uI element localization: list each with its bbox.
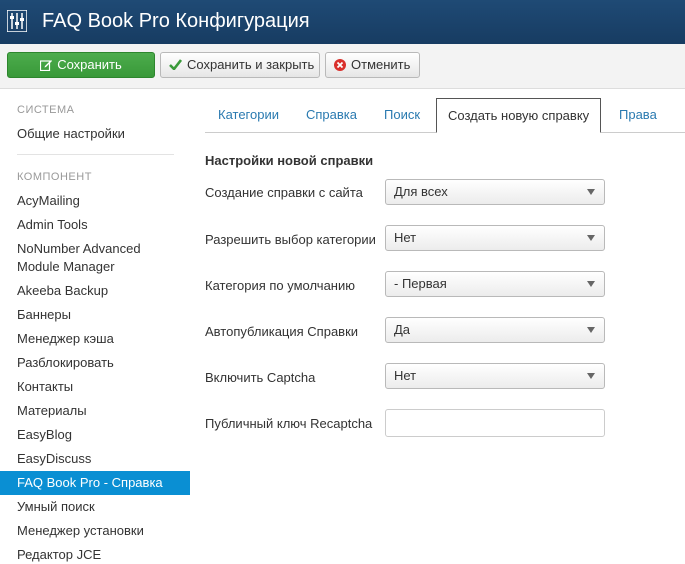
sidebar-item-global-config[interactable]: Общие настройки xyxy=(0,125,190,143)
sidebar-item-nonumber-line2[interactable]: Module Manager xyxy=(0,258,190,276)
field-label-default-category: Категория по умолчанию xyxy=(205,278,355,293)
chevron-down-icon xyxy=(587,327,595,333)
select-value: Нет xyxy=(394,368,417,383)
save-button-label: Сохранить xyxy=(57,57,122,72)
select-value: Нет xyxy=(394,230,417,245)
field-label-allow-category: Разрешить выбор категории xyxy=(205,232,376,247)
sidebar-item-checkin[interactable]: Разблокировать xyxy=(0,354,190,372)
save-close-button-label: Сохранить и закрыть xyxy=(187,57,315,72)
field-label-recaptcha-key: Публичный ключ Recaptcha xyxy=(205,416,373,431)
tab-search[interactable]: Поиск xyxy=(384,98,420,132)
sidebar-item-contacts[interactable]: Контакты xyxy=(0,378,190,396)
section-title: Настройки новой справки xyxy=(205,153,374,168)
tab-permissions[interactable]: Права xyxy=(619,98,657,132)
check-icon xyxy=(169,59,182,71)
sidebar-item-jce[interactable]: Редактор JCE xyxy=(0,546,190,564)
sidebar-divider xyxy=(17,154,174,155)
sidebar-item-installer[interactable]: Менеджер установки xyxy=(0,522,190,540)
tab-faq[interactable]: Справка xyxy=(306,98,357,132)
sidebar-heading-system: СИСТЕМА xyxy=(17,104,75,116)
sidebar-item-faqbook[interactable]: FAQ Book Pro - Справка xyxy=(0,471,190,495)
edit-icon xyxy=(40,59,53,71)
page-title: FAQ Book Pro Конфигурация xyxy=(42,10,310,32)
sidebar-item-nonumber-line1[interactable]: NoNumber Advanced xyxy=(0,240,190,258)
field-label-frontend-create: Создание справки с сайта xyxy=(205,185,363,200)
sidebar-item-cache[interactable]: Менеджер кэша xyxy=(0,330,190,348)
sidebar-item-acymailing[interactable]: AcyMailing xyxy=(0,192,190,210)
joomla-config-icon xyxy=(7,10,27,32)
select-value: Для всех xyxy=(394,184,448,199)
cancel-button[interactable]: Отменить xyxy=(325,52,420,78)
field-label-captcha: Включить Captcha xyxy=(205,370,316,385)
chevron-down-icon xyxy=(587,189,595,195)
select-value: Да xyxy=(394,322,411,337)
sidebar-item-banners[interactable]: Баннеры xyxy=(0,306,190,324)
sidebar-item-articles[interactable]: Материалы xyxy=(0,402,190,420)
sidebar-item-akeeba[interactable]: Akeeba Backup xyxy=(0,282,190,300)
sidebar: СИСТЕМА Общие настройки КОМПОНЕНТ AcyMai… xyxy=(0,88,190,562)
chevron-down-icon xyxy=(587,373,595,379)
chevron-down-icon xyxy=(587,281,595,287)
cancel-button-label: Отменить xyxy=(351,57,411,72)
select-captcha[interactable]: Нет xyxy=(385,363,605,389)
select-default-category[interactable]: - Первая xyxy=(385,271,605,297)
field-label-autopublish: Автопубликация Справки xyxy=(205,324,359,339)
config-tabs: Категории Справка Поиск Создать новую сп… xyxy=(205,98,685,133)
toolbar: Сохранить Сохранить и закрыть Отменить xyxy=(0,44,685,89)
sidebar-heading-component: КОМПОНЕНТ xyxy=(17,171,92,183)
app-header: FAQ Book Pro Конфигурация xyxy=(0,0,685,44)
select-allow-category[interactable]: Нет xyxy=(385,225,605,251)
sidebar-item-admin-tools[interactable]: Admin Tools xyxy=(0,216,190,234)
cancel-icon xyxy=(334,58,346,71)
save-button[interactable]: Сохранить xyxy=(7,52,155,78)
save-close-button[interactable]: Сохранить и закрыть xyxy=(160,52,320,78)
select-value: - Первая xyxy=(394,276,447,291)
chevron-down-icon xyxy=(587,235,595,241)
sidebar-item-smart-search[interactable]: Умный поиск xyxy=(0,498,190,516)
tab-new-faq[interactable]: Создать новую справку xyxy=(436,98,602,133)
tab-categories[interactable]: Категории xyxy=(218,98,279,132)
sidebar-item-easyblog[interactable]: EasyBlog xyxy=(0,426,190,444)
select-autopublish[interactable]: Да xyxy=(385,317,605,343)
select-frontend-create[interactable]: Для всех xyxy=(385,179,605,205)
sidebar-item-easydiscuss[interactable]: EasyDiscuss xyxy=(0,450,190,468)
recaptcha-public-key-input[interactable] xyxy=(385,409,605,437)
